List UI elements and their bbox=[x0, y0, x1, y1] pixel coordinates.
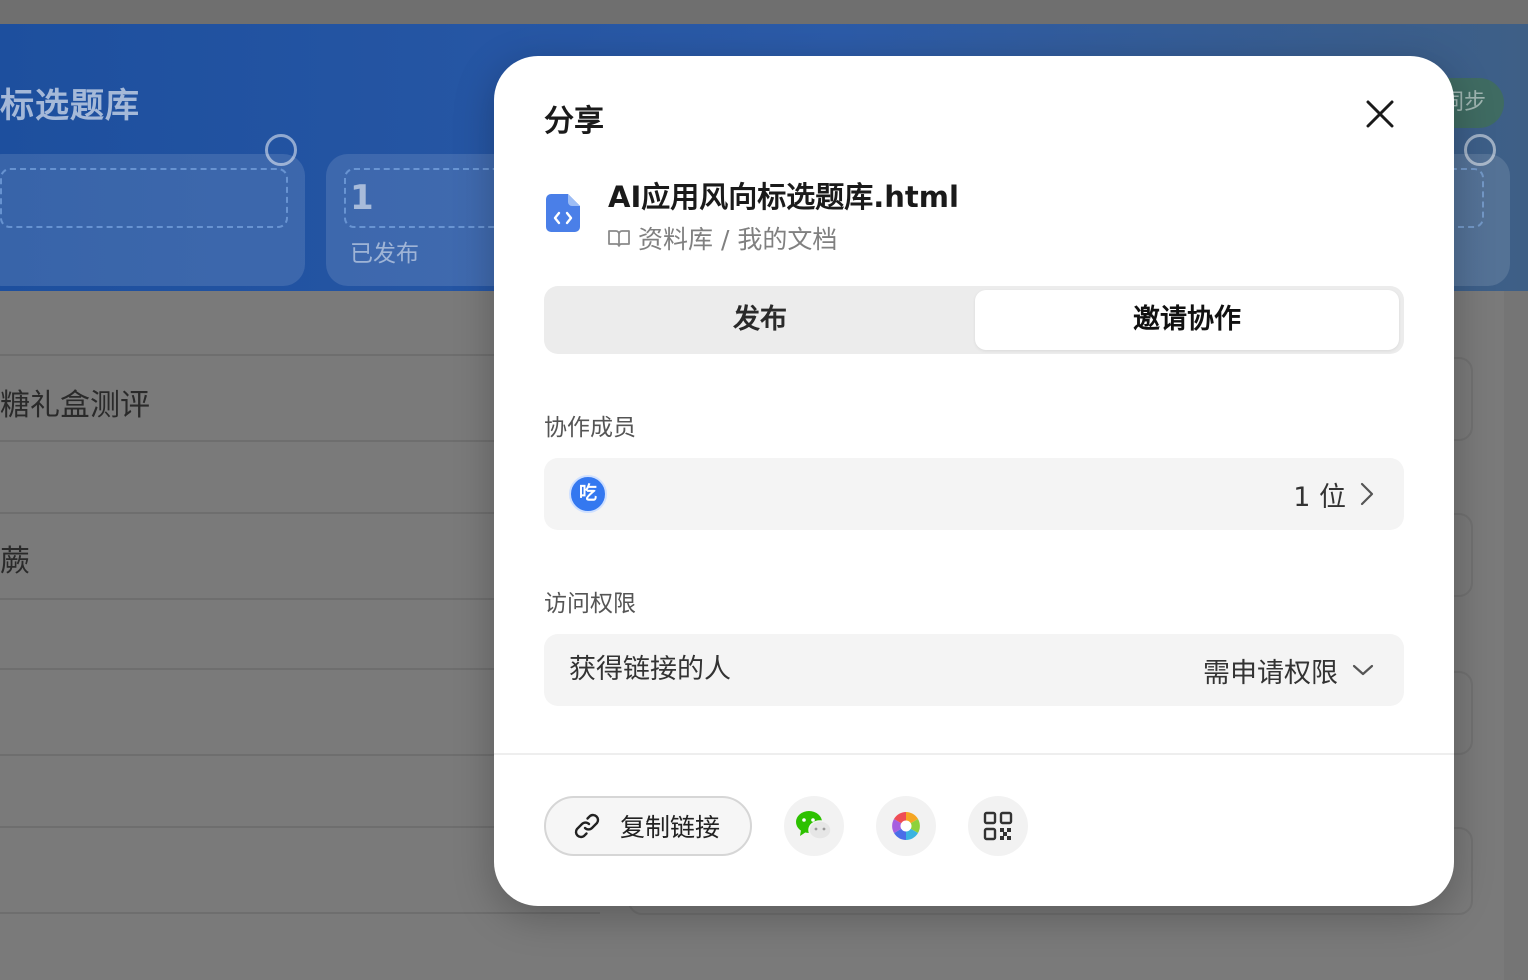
file-name: AI应用风向标选题库.html bbox=[608, 180, 959, 214]
share-wechat-button[interactable] bbox=[784, 796, 844, 856]
close-button[interactable] bbox=[1360, 94, 1400, 134]
close-icon bbox=[1366, 100, 1394, 128]
avatar: 吃 bbox=[569, 475, 607, 513]
access-label: 访问权限 bbox=[544, 591, 636, 617]
share-dialog: 分享 AI应用风向标选题库.html 资料库 / 我的文档 发布 邀请协作 协作… bbox=[494, 56, 1454, 906]
share-mode-tabs: 发布 邀请协作 bbox=[544, 286, 1404, 354]
background-topbar bbox=[0, 0, 1528, 24]
members-label: 协作成员 bbox=[544, 415, 636, 441]
background-scrollbar bbox=[1504, 291, 1528, 980]
background-row-text: 糖礼盒测评 bbox=[0, 388, 150, 423]
wechat-icon bbox=[796, 811, 832, 840]
member-count: 1 位 bbox=[1293, 481, 1346, 513]
share-qrcode-button[interactable] bbox=[968, 796, 1028, 856]
link-icon bbox=[574, 813, 600, 839]
dialog-title: 分享 bbox=[544, 104, 604, 139]
copy-link-button[interactable]: 复制链接 bbox=[544, 796, 752, 856]
background-stat-label: 已发布 bbox=[350, 241, 419, 267]
file-path-text: 资料库 / 我的文档 bbox=[638, 225, 838, 254]
background-title: 标选题库 bbox=[0, 86, 140, 126]
qr-code-icon bbox=[983, 811, 1013, 841]
background-link-icon bbox=[265, 134, 297, 166]
background-link-icon bbox=[1464, 134, 1496, 166]
copy-link-label: 复制链接 bbox=[620, 813, 721, 842]
divider bbox=[494, 753, 1454, 755]
file-path[interactable]: 资料库 / 我的文档 bbox=[608, 220, 837, 256]
chevron-right-icon bbox=[1360, 482, 1374, 506]
book-icon bbox=[608, 230, 630, 247]
share-moments-button[interactable] bbox=[876, 796, 936, 856]
background-stat-card bbox=[0, 154, 305, 286]
background-stat-value: 1 bbox=[350, 178, 374, 218]
access-permission-value: 需申请权限 bbox=[1203, 657, 1338, 689]
html-file-icon bbox=[546, 194, 580, 232]
access-permission-select[interactable]: 获得链接的人 需申请权限 bbox=[544, 634, 1404, 706]
tab-publish[interactable]: 发布 bbox=[548, 290, 972, 350]
tab-invite-collaborate[interactable]: 邀请协作 bbox=[975, 290, 1399, 350]
members-row[interactable]: 吃 1 位 bbox=[544, 458, 1404, 530]
chevron-down-icon bbox=[1352, 664, 1374, 676]
moments-icon bbox=[892, 812, 920, 840]
access-scope: 获得链接的人 bbox=[569, 654, 731, 685]
background-row-text: 蕨 bbox=[0, 544, 30, 579]
